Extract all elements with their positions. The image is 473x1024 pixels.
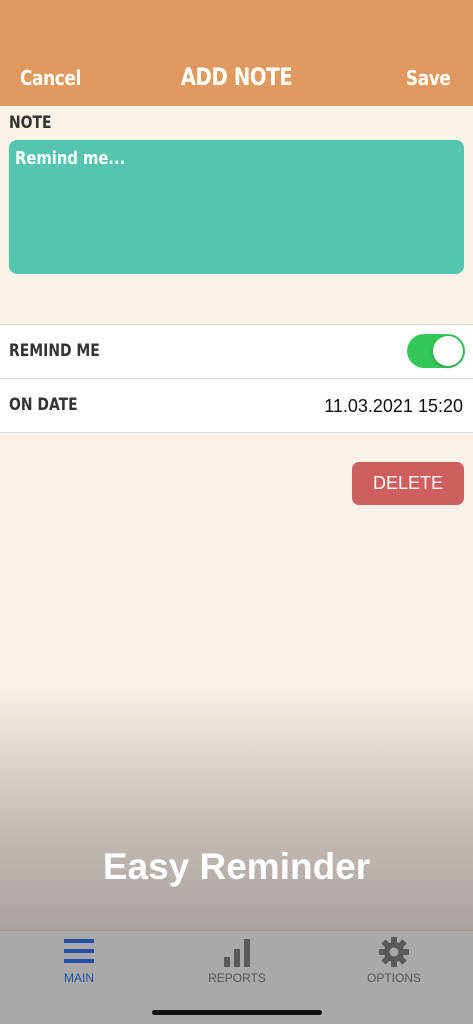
tab-reports-label: REPORTS — [208, 971, 266, 985]
remind-me-row: REMIND ME — [0, 325, 473, 379]
bar-chart-icon — [224, 937, 250, 972]
tab-options-label: OPTIONS — [366, 971, 421, 985]
menu-icon — [64, 937, 94, 970]
settings-list: REMIND ME ON DATE 11.03.2021 15:20 — [0, 324, 473, 433]
tab-main[interactable]: MAIN — [0, 931, 158, 991]
gear-icon — [379, 937, 409, 972]
save-button[interactable]: Save — [406, 66, 451, 90]
on-date-value[interactable]: 11.03.2021 15:20 — [324, 396, 463, 417]
note-placeholder: Remind me... — [15, 148, 126, 169]
on-date-label: ON DATE — [9, 395, 78, 415]
toggle-knob — [433, 336, 463, 366]
nav-header: Cancel ADD NOTE Save — [0, 0, 473, 106]
remind-me-label: REMIND ME — [9, 341, 100, 361]
app-name: Easy Reminder — [102, 846, 371, 887]
background-fade — [0, 680, 473, 930]
note-input[interactable]: Remind me... — [9, 140, 464, 274]
page-title: ADD NOTE — [180, 63, 293, 91]
delete-button[interactable]: DELETE — [352, 462, 464, 505]
remind-me-toggle[interactable] — [407, 334, 465, 368]
tab-main-label: MAIN — [64, 971, 94, 985]
tab-reports[interactable]: REPORTS — [158, 931, 316, 991]
note-label: NOTE — [9, 113, 52, 133]
on-date-row[interactable]: ON DATE 11.03.2021 15:20 — [0, 379, 473, 433]
tab-bar: MAIN REPORTS OPTIONS — [0, 930, 473, 1024]
home-indicator — [152, 1010, 322, 1015]
tab-options[interactable]: OPTIONS — [315, 931, 473, 991]
